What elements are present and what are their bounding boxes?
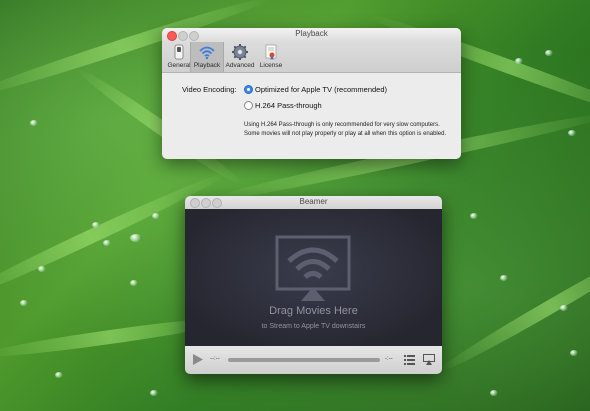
tab-advanced[interactable]: Advanced bbox=[224, 42, 256, 72]
beamer-titlebar[interactable]: Beamer bbox=[185, 196, 442, 209]
encoding-note: Using H.264 Pass-through is only recomme… bbox=[244, 122, 447, 137]
video-encoding-label: Video Encoding: bbox=[182, 85, 237, 94]
option-optimized-label[interactable]: Optimized for Apple TV (recommended) bbox=[255, 85, 387, 94]
tab-playback-label: Playback bbox=[193, 62, 221, 69]
window-title: Playback bbox=[295, 29, 328, 38]
preferences-window: Playback General Playback Advanced Licen… bbox=[162, 28, 461, 159]
preferences-titlebar[interactable]: Playback bbox=[162, 28, 461, 42]
gear-icon bbox=[232, 44, 248, 60]
drop-title: Drag Movies Here bbox=[269, 305, 358, 317]
option-h264-label[interactable]: H.264 Pass-through bbox=[255, 101, 322, 110]
time-elapsed: --:-- bbox=[210, 356, 220, 362]
drop-zone[interactable]: Drag Movies Here to Stream to Apple TV d… bbox=[185, 209, 442, 346]
time-remaining: -:-- bbox=[385, 356, 393, 362]
tab-license[interactable]: License bbox=[255, 42, 287, 72]
switch-icon bbox=[174, 44, 184, 60]
tab-playback[interactable]: Playback bbox=[190, 42, 224, 72]
window-title: Beamer bbox=[299, 197, 328, 206]
playlist-icon[interactable] bbox=[404, 355, 415, 365]
tab-license-label: License bbox=[259, 62, 283, 69]
radio-h264-passthrough[interactable] bbox=[244, 101, 253, 110]
airplay-icon[interactable] bbox=[423, 354, 435, 365]
beamer-window: Beamer Drag Movies Here to Stream to App… bbox=[185, 196, 442, 374]
preferences-toolbar: General Playback Advanced License bbox=[162, 42, 461, 73]
certificate-icon bbox=[265, 44, 277, 60]
radio-optimized-apple-tv[interactable] bbox=[244, 85, 253, 94]
play-icon[interactable] bbox=[192, 353, 204, 366]
airplay-wifi-display-icon bbox=[275, 235, 351, 301]
drop-subtitle: to Stream to Apple TV downstairs bbox=[261, 323, 366, 330]
seek-bar[interactable] bbox=[228, 358, 380, 362]
tab-advanced-label: Advanced bbox=[225, 62, 255, 69]
playback-controls: --:-- -:-- bbox=[185, 346, 442, 374]
wifi-icon bbox=[199, 46, 215, 60]
